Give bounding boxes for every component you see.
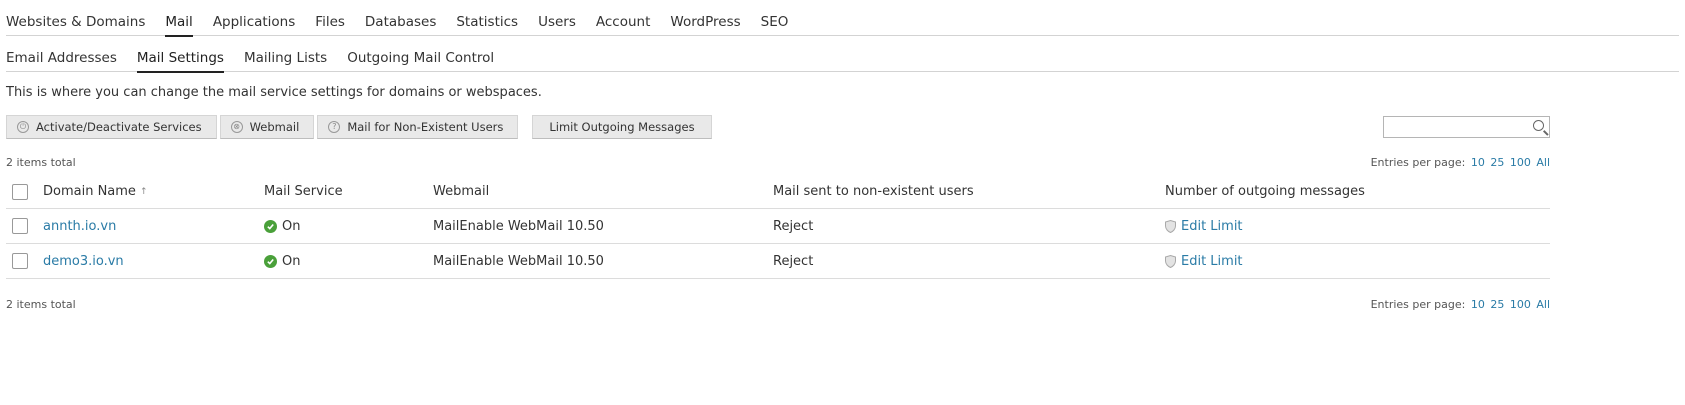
entries-per-page-top: Entries per page: 10 25 100 All xyxy=(1371,156,1550,169)
sort-asc-icon: ↑ xyxy=(139,186,148,197)
main-tabs: Websites & Domains Mail Applications Fil… xyxy=(6,14,1679,37)
row-checkbox[interactable] xyxy=(12,218,28,234)
per-page-all[interactable]: All xyxy=(1536,298,1550,311)
sub-tabs: Email Addresses Mail Settings Mailing Li… xyxy=(6,50,1679,73)
per-page-all[interactable]: All xyxy=(1536,156,1550,169)
check-icon xyxy=(264,219,277,233)
tab-users[interactable]: Users xyxy=(538,14,576,35)
entries-label: Entries per page: xyxy=(1370,298,1466,311)
per-page-25[interactable]: 25 xyxy=(1490,156,1504,169)
search-input[interactable] xyxy=(1384,117,1524,137)
shield-icon xyxy=(1165,254,1176,268)
mail-nonexistent-users-button[interactable]: ? Mail for Non-Existent Users xyxy=(317,115,519,139)
subtab-email-addresses[interactable]: Email Addresses xyxy=(6,50,117,71)
select-all-checkbox[interactable] xyxy=(12,183,28,200)
page-hint: This is where you can change the mail se… xyxy=(6,85,542,100)
search-box xyxy=(1383,116,1550,138)
table-row: annth.io.vn On MailEnable WebMail 10.50 … xyxy=(6,209,1550,244)
table-header: Domain Name ↑ Mail Service Webmail Mail … xyxy=(6,175,1550,209)
webmail-icon: ⊗ xyxy=(230,121,243,133)
toolbar: ⏻ Activate/Deactivate Services ⊗ Webmail… xyxy=(6,115,715,139)
webmail-label: Webmail xyxy=(249,120,300,134)
tab-seo[interactable]: SEO xyxy=(761,14,789,35)
items-total-top: 2 items total xyxy=(6,156,76,169)
domains-table: Domain Name ↑ Mail Service Webmail Mail … xyxy=(6,175,1550,279)
items-total-bottom: 2 items total xyxy=(6,298,76,311)
header-domain-name[interactable]: Domain Name ↑ xyxy=(43,175,147,208)
tab-databases[interactable]: Databases xyxy=(365,14,436,35)
header-nonexistent: Mail sent to non-existent users xyxy=(773,184,974,199)
subtab-mailing-lists[interactable]: Mailing Lists xyxy=(244,50,327,71)
row-checkbox[interactable] xyxy=(12,253,28,269)
limit-outgoing-label: Limit Outgoing Messages xyxy=(549,120,695,134)
entries-per-page-bottom: Entries per page: 10 25 100 All xyxy=(1371,298,1550,311)
tab-mail[interactable]: Mail xyxy=(165,14,194,37)
search-icon[interactable] xyxy=(1533,120,1544,131)
nonexistent-value: Reject xyxy=(773,218,814,234)
per-page-100[interactable]: 100 xyxy=(1510,298,1531,311)
per-page-100[interactable]: 100 xyxy=(1510,156,1531,169)
check-icon xyxy=(264,254,277,268)
header-outgoing: Number of outgoing messages xyxy=(1165,184,1365,199)
header-mail-service: Mail Service xyxy=(264,184,343,199)
edit-limit-link[interactable]: Edit Limit xyxy=(1181,254,1243,269)
edit-limit-link[interactable]: Edit Limit xyxy=(1181,219,1243,234)
tab-websites-domains[interactable]: Websites & Domains xyxy=(6,14,145,35)
table-row: demo3.io.vn On MailEnable WebMail 10.50 … xyxy=(6,244,1550,279)
webmail-value: MailEnable WebMail 10.50 xyxy=(433,253,604,269)
tab-applications[interactable]: Applications xyxy=(213,14,295,35)
shield-icon xyxy=(1165,219,1176,233)
activate-deactivate-label: Activate/Deactivate Services xyxy=(36,120,202,134)
per-page-10[interactable]: 10 xyxy=(1471,156,1485,169)
subtab-outgoing-mail-control[interactable]: Outgoing Mail Control xyxy=(347,50,494,71)
tab-files[interactable]: Files xyxy=(315,14,345,35)
domain-link[interactable]: demo3.io.vn xyxy=(43,254,124,269)
subtab-mail-settings[interactable]: Mail Settings xyxy=(136,50,225,73)
tab-statistics[interactable]: Statistics xyxy=(456,14,518,35)
header-domain-label: Domain Name xyxy=(43,184,136,199)
per-page-25[interactable]: 25 xyxy=(1490,298,1504,311)
per-page-10[interactable]: 10 xyxy=(1471,298,1485,311)
mail-service-status: On xyxy=(282,218,301,234)
webmail-value: MailEnable WebMail 10.50 xyxy=(433,218,604,234)
tab-account[interactable]: Account xyxy=(596,14,651,35)
webmail-button[interactable]: ⊗ Webmail xyxy=(219,115,315,139)
tab-wordpress[interactable]: WordPress xyxy=(670,14,740,35)
question-icon: ? xyxy=(328,121,341,133)
power-icon: ⏻ xyxy=(17,121,29,133)
limit-outgoing-button[interactable]: Limit Outgoing Messages xyxy=(532,115,712,139)
nonexistent-value: Reject xyxy=(773,253,814,269)
entries-label: Entries per page: xyxy=(1370,156,1466,169)
header-webmail: Webmail xyxy=(433,184,490,199)
mail-nonexistent-users-label: Mail for Non-Existent Users xyxy=(347,120,504,134)
domain-link[interactable]: annth.io.vn xyxy=(43,219,116,234)
activate-deactivate-button[interactable]: ⏻ Activate/Deactivate Services xyxy=(6,115,217,139)
mail-service-status: On xyxy=(282,253,301,269)
